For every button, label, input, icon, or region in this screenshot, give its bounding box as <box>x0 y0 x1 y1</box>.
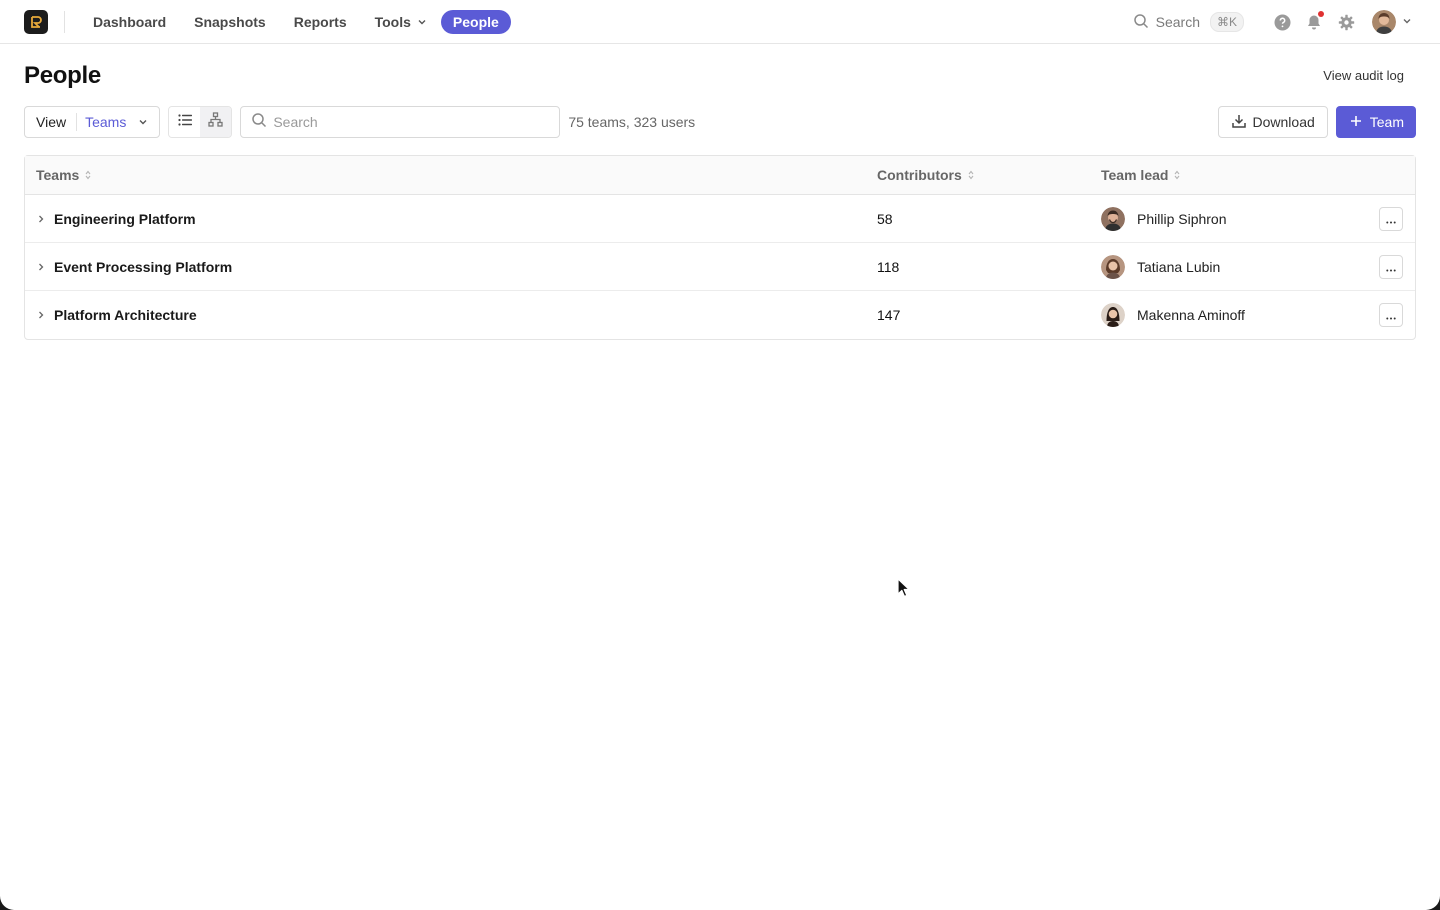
app-window: Dashboard Snapshots Reports Tools People… <box>0 0 1440 910</box>
add-team-button[interactable]: Team <box>1335 106 1416 138</box>
view-select-value: Teams <box>77 114 159 130</box>
list-view-button[interactable] <box>169 107 201 137</box>
view-mode-toggle <box>168 106 233 138</box>
global-search-label: Search <box>1155 14 1200 30</box>
table-row[interactable]: Event Processing Platform 118 Tatiana Lu… <box>25 243 1415 291</box>
avatar <box>1101 303 1125 327</box>
result-count: 75 teams, 323 users <box>568 114 696 130</box>
gear-icon[interactable] <box>1330 6 1362 38</box>
chevron-down-icon <box>417 14 427 30</box>
chevron-right-icon[interactable] <box>36 211 46 227</box>
search-icon <box>251 112 267 133</box>
sort-icon <box>1174 170 1180 180</box>
toolbar-actions: Download Team <box>1217 106 1416 138</box>
notification-dot <box>1318 11 1324 17</box>
contributors-count: 118 <box>877 258 900 275</box>
page-title: People <box>24 62 101 89</box>
team-lead-cell: Tatiana Lubin <box>1101 254 1367 279</box>
nav-people[interactable]: People <box>440 9 511 34</box>
avatar <box>1101 254 1125 279</box>
more-actions-button[interactable] <box>1379 206 1403 231</box>
team-name[interactable]: Platform Architecture <box>54 307 197 323</box>
column-header-teams-label: Teams <box>36 167 80 183</box>
chevron-right-icon[interactable] <box>36 259 46 275</box>
chevron-down-icon <box>1402 13 1412 31</box>
download-button[interactable]: Download <box>1217 106 1328 138</box>
nav-dashboard[interactable]: Dashboard <box>79 10 180 34</box>
column-header-contributors-label: Contributors <box>877 167 962 183</box>
team-name[interactable]: Event Processing Platform <box>54 259 232 275</box>
nav-snapshots[interactable]: Snapshots <box>180 10 280 34</box>
contributors-count: 147 <box>877 307 901 323</box>
more-actions-button[interactable] <box>1379 303 1403 327</box>
avatar <box>1101 206 1125 231</box>
nav-divider <box>64 10 65 33</box>
download-icon <box>1231 113 1247 132</box>
org-chart-view-button[interactable] <box>200 107 232 137</box>
download-button-label: Download <box>1252 114 1315 130</box>
team-cell: Event Processing Platform <box>25 259 877 275</box>
search-input[interactable] <box>273 114 544 130</box>
row-actions <box>1367 206 1415 231</box>
search-field[interactable] <box>240 106 561 138</box>
mouse-cursor-icon <box>897 578 911 603</box>
user-menu[interactable] <box>1372 10 1412 34</box>
toolbar: View Teams 75 teams, 323 users Download <box>0 106 1440 138</box>
nav-tools[interactable]: Tools <box>361 10 441 34</box>
team-lead-cell: Makenna Aminoff <box>1101 303 1367 327</box>
team-lead-name: Makenna Aminoff <box>1137 307 1245 323</box>
row-actions <box>1367 303 1415 327</box>
list-view-icon <box>178 113 192 131</box>
contributors-count: 58 <box>877 210 893 227</box>
table-header: Teams Contributors Team lead <box>25 156 1415 195</box>
column-header-contributors[interactable]: Contributors <box>877 167 1101 183</box>
sort-icon <box>85 170 91 180</box>
avatar <box>1372 10 1396 34</box>
logo-icon[interactable] <box>24 9 48 34</box>
more-actions-button[interactable] <box>1379 254 1403 279</box>
column-header-teams[interactable]: Teams <box>25 167 877 183</box>
nav-right: Search ⌘K <box>1133 0 1412 44</box>
team-cell: Platform Architecture <box>25 307 877 323</box>
chevron-right-icon[interactable] <box>36 307 46 323</box>
table-row[interactable]: Platform Architecture 147 Makenna Aminof… <box>25 291 1415 339</box>
chevron-down-icon <box>138 114 148 130</box>
team-lead-name: Tatiana Lubin <box>1137 258 1221 275</box>
teams-table: Teams Contributors Team lead Engineering… <box>24 155 1416 340</box>
help-icon[interactable] <box>1266 6 1298 38</box>
nav-tools-label: Tools <box>374 13 411 30</box>
team-lead-cell: Phillip Siphron <box>1101 206 1367 231</box>
page-header: People View audit log <box>0 44 1440 106</box>
sort-icon <box>968 170 974 180</box>
global-search[interactable]: Search ⌘K <box>1133 12 1244 32</box>
plus-icon <box>1350 114 1362 130</box>
view-audit-log-link[interactable]: View audit log <box>1323 68 1404 83</box>
team-name[interactable]: Engineering Platform <box>54 211 196 227</box>
view-select-current: Teams <box>85 114 127 130</box>
view-select[interactable]: View Teams <box>24 106 161 138</box>
team-cell: Engineering Platform <box>25 211 877 227</box>
nav-dashboard-label: Dashboard <box>93 13 167 30</box>
top-nav: Dashboard Snapshots Reports Tools People… <box>0 0 1440 44</box>
column-header-team-lead[interactable]: Team lead <box>1101 167 1367 183</box>
nav-reports-label: Reports <box>293 13 347 30</box>
search-icon <box>1133 13 1149 32</box>
view-select-label: View <box>25 113 78 131</box>
more-icon <box>1386 307 1396 323</box>
team-lead-name: Phillip Siphron <box>1137 210 1227 227</box>
table-row[interactable]: Engineering Platform 58 Phillip Siphron <box>25 195 1415 243</box>
column-header-team-lead-label: Team lead <box>1101 167 1169 183</box>
nav-people-label: People <box>452 13 499 30</box>
nav-snapshots-label: Snapshots <box>194 13 266 30</box>
row-actions <box>1367 254 1415 279</box>
org-chart-icon <box>208 112 223 132</box>
more-icon <box>1386 211 1396 227</box>
search-shortcut: ⌘K <box>1209 12 1244 32</box>
more-icon <box>1386 259 1396 275</box>
nav-reports[interactable]: Reports <box>280 10 361 34</box>
bell-icon[interactable] <box>1298 6 1330 38</box>
add-team-button-label: Team <box>1369 114 1404 130</box>
